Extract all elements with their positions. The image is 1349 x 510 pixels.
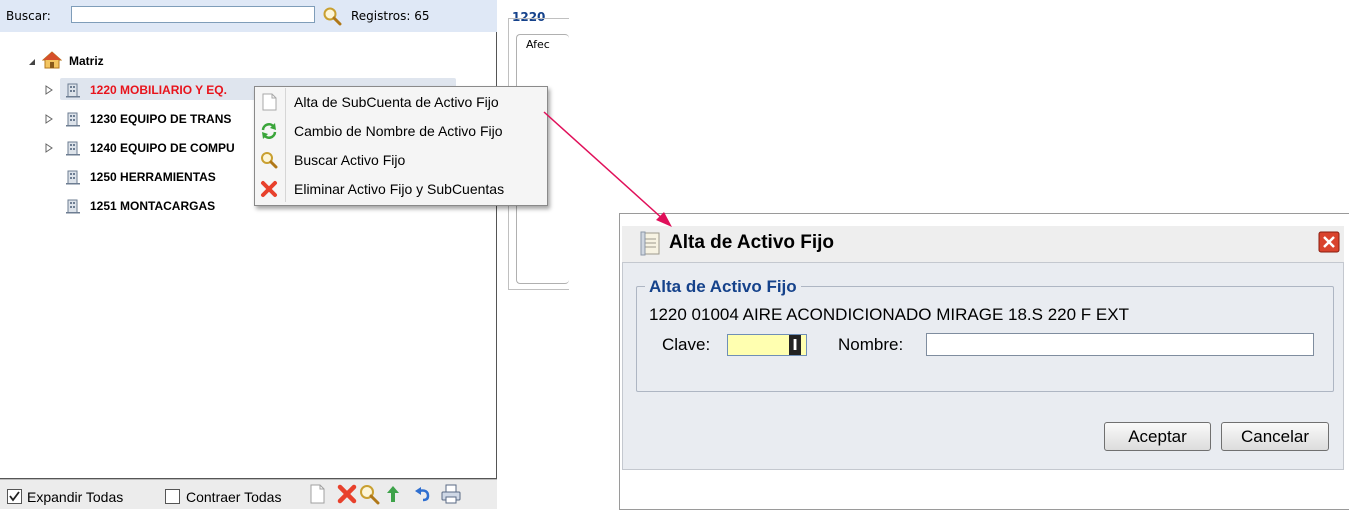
fieldset-legend: Alta de Activo Fijo bbox=[645, 277, 801, 297]
menu-item-alta-subcuenta[interactable]: Alta de SubCuenta de Activo Fijo bbox=[255, 88, 547, 117]
tree-item-label[interactable]: 1220 MOBILIARIO Y EQ. bbox=[90, 80, 227, 100]
print-icon[interactable] bbox=[440, 483, 462, 505]
page-icon bbox=[262, 93, 277, 111]
checkmark-icon bbox=[9, 491, 20, 502]
tree-item-label[interactable]: 1251 MONTACARGAS bbox=[90, 196, 215, 216]
menu-item-eliminar[interactable]: Eliminar Activo Fijo y SubCuentas bbox=[255, 175, 547, 204]
expand-arrow-icon[interactable] bbox=[45, 114, 53, 124]
expand-arrow-icon[interactable] bbox=[45, 143, 53, 153]
undo-icon[interactable] bbox=[412, 483, 434, 505]
delete-icon bbox=[261, 181, 277, 197]
background-panel-text: Afec bbox=[526, 38, 550, 51]
expand-all-label: Expandir Todas bbox=[27, 489, 124, 505]
nombre-input[interactable] bbox=[926, 333, 1314, 356]
close-icon[interactable] bbox=[1318, 231, 1340, 253]
home-icon bbox=[42, 51, 62, 69]
annotation-arrow bbox=[543, 111, 672, 227]
tree-item-label[interactable]: 1230 EQUIPO DE TRANS bbox=[90, 109, 231, 129]
tree-item-label[interactable]: 1250 HERRAMIENTAS bbox=[90, 167, 216, 187]
context-menu: Alta de SubCuenta de Activo Fijo Cambio … bbox=[254, 86, 548, 206]
new-page-icon[interactable] bbox=[306, 483, 328, 505]
delete-icon[interactable] bbox=[336, 483, 358, 505]
refresh-icon bbox=[261, 123, 277, 139]
menu-icon-separator bbox=[285, 88, 286, 202]
menu-item-buscar[interactable]: Buscar Activo Fijo bbox=[255, 146, 547, 175]
tree-root-label[interactable]: Matriz bbox=[69, 51, 104, 71]
collapse-all-label: Contraer Todas bbox=[186, 489, 282, 505]
asset-description: 1220 01004 AIRE ACONDICIONADO MIRAGE 18.… bbox=[649, 305, 1129, 324]
expand-all-checkbox[interactable] bbox=[7, 489, 22, 504]
menu-item-cambio-nombre[interactable]: Cambio de Nombre de Activo Fijo bbox=[255, 117, 547, 146]
search-input[interactable] bbox=[71, 6, 315, 23]
search-label: Buscar: bbox=[6, 9, 51, 23]
building-icon bbox=[66, 170, 80, 185]
nombre-label: Nombre: bbox=[838, 335, 904, 354]
collapse-all-checkbox[interactable] bbox=[165, 489, 180, 504]
building-icon bbox=[66, 199, 80, 214]
search-icon[interactable] bbox=[358, 483, 380, 505]
building-icon bbox=[66, 112, 80, 127]
building-icon bbox=[66, 141, 80, 156]
text-cursor: I bbox=[789, 335, 801, 355]
accept-button[interactable]: Aceptar bbox=[1104, 422, 1211, 451]
expand-arrow-icon[interactable] bbox=[45, 85, 53, 95]
dialog-title: Alta de Activo Fijo bbox=[669, 232, 835, 253]
building-icon bbox=[66, 83, 80, 98]
search-icon bbox=[261, 152, 278, 169]
records-count: Registros: 65 bbox=[351, 9, 430, 23]
collapse-arrow-icon[interactable] bbox=[28, 58, 36, 66]
cancel-button[interactable]: Cancelar bbox=[1221, 422, 1329, 451]
tree-item-label[interactable]: 1240 EQUIPO DE COMPU bbox=[90, 138, 235, 158]
search-icon[interactable] bbox=[322, 6, 342, 26]
clave-label: Clave: bbox=[662, 335, 711, 354]
arrow-up-icon[interactable] bbox=[382, 483, 404, 505]
